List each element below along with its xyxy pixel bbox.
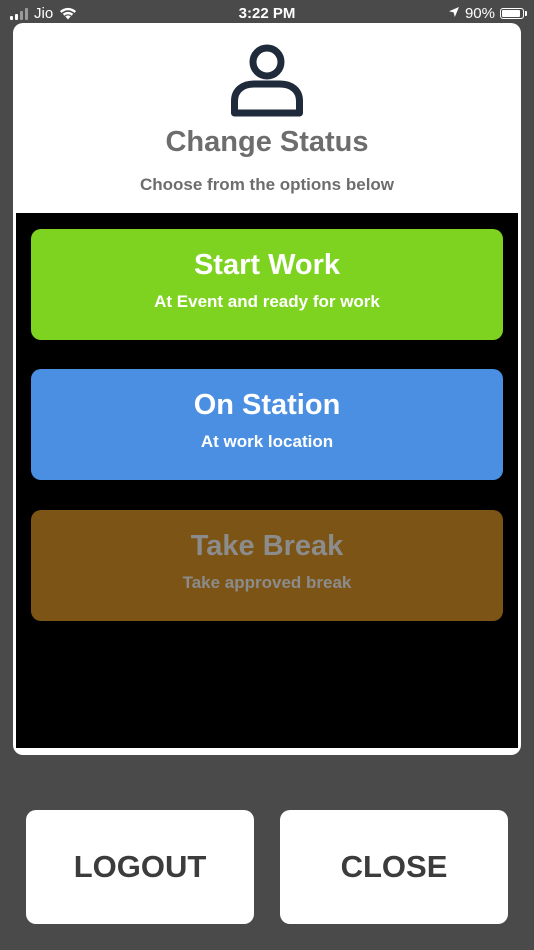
take-break-button[interactable]: Take Break Take approved break xyxy=(31,510,503,621)
modal-title: Change Status xyxy=(165,126,369,158)
modal-header: Change Status Choose from the options be… xyxy=(13,23,521,213)
logout-button[interactable]: LOGOUT xyxy=(26,810,254,924)
option-title: Start Work xyxy=(193,249,341,281)
location-arrow-icon xyxy=(448,5,460,22)
close-button[interactable]: CLOSE xyxy=(280,810,508,924)
option-title: On Station xyxy=(193,389,341,421)
change-status-modal: Change Status Choose from the options be… xyxy=(13,23,521,755)
option-subtitle: Take approved break xyxy=(182,573,352,592)
modal-subtitle: Choose from the options below xyxy=(139,175,395,194)
status-options-list: Start Work At Event and ready for work O… xyxy=(16,213,518,748)
start-work-button[interactable]: Start Work At Event and ready for work xyxy=(31,229,503,340)
option-subtitle: At work location xyxy=(200,432,334,451)
battery-fill xyxy=(502,10,520,17)
battery-icon xyxy=(500,8,527,19)
on-station-button[interactable]: On Station At work location xyxy=(31,369,503,480)
battery-percent: 90% xyxy=(464,5,495,22)
person-icon xyxy=(229,43,305,124)
option-title: Take Break xyxy=(190,530,344,562)
option-subtitle: At Event and ready for work xyxy=(154,292,380,311)
status-bar-right: 90% xyxy=(448,5,527,22)
